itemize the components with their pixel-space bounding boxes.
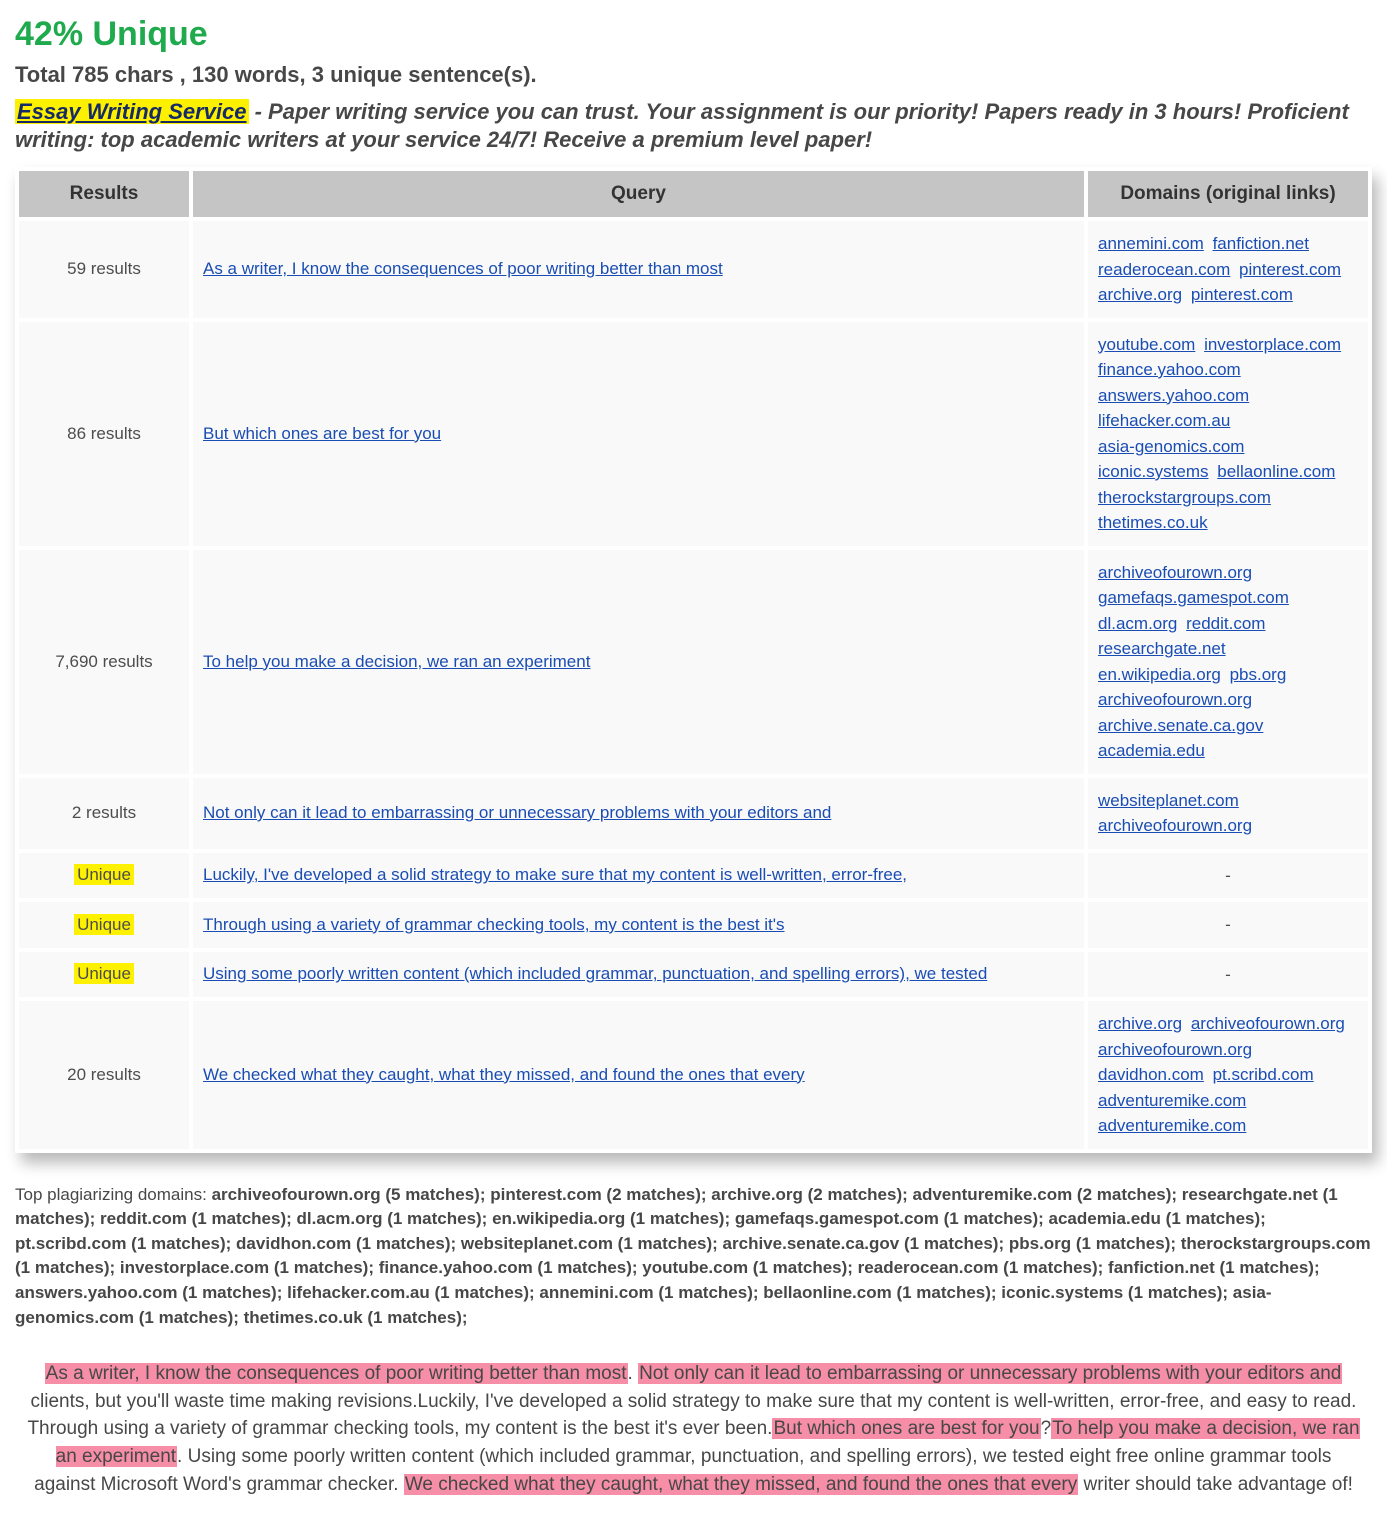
domain-link[interactable]: answers.yahoo.com <box>1098 386 1249 405</box>
domain-link[interactable]: pbs.org <box>1230 665 1287 684</box>
query-link[interactable]: Not only can it lead to embarrassing or … <box>203 803 831 822</box>
domain-link[interactable]: readerocean.com <box>1098 260 1230 279</box>
table-row: 86 results But which ones are best for yo… <box>19 322 1368 546</box>
domain-link[interactable]: websiteplanet.com <box>1098 791 1239 810</box>
query-link[interactable]: We checked what they caught, what they m… <box>203 1065 805 1084</box>
query-link[interactable]: Through using a variety of grammar check… <box>203 915 785 934</box>
domains-cell: websiteplanet.com archiveofourown.org <box>1088 778 1368 849</box>
domain-link[interactable]: adventuremike.com <box>1098 1116 1246 1135</box>
query-cell: Luckily, I've developed a solid strategy… <box>193 853 1084 899</box>
domain-link[interactable]: gamefaqs.gamespot.com <box>1098 588 1289 607</box>
table-row: Unique Through using a variety of grammar… <box>19 902 1368 948</box>
domain-link[interactable]: adventuremike.com <box>1098 1091 1246 1110</box>
table-row: 20 results We checked what they caught, w… <box>19 1001 1368 1149</box>
domain-link[interactable]: archive.org <box>1098 1014 1182 1033</box>
domain-link[interactable]: dl.acm.org <box>1098 614 1177 633</box>
domain-link[interactable]: archiveofourown.org <box>1098 816 1252 835</box>
table-row: Unique Using some poorly written content … <box>19 952 1368 998</box>
domain-link[interactable]: investorplace.com <box>1204 335 1341 354</box>
sponsor-line: Essay Writing Service - Paper writing se… <box>15 98 1372 153</box>
domain-link[interactable]: archiveofourown.org <box>1098 690 1252 709</box>
domain-link[interactable]: asia-genomics.com <box>1098 437 1244 456</box>
results-cell: 20 results <box>19 1001 189 1149</box>
domain-link[interactable]: archiveofourown.org <box>1098 563 1252 582</box>
query-link[interactable]: To help you make a decision, we ran an e… <box>203 652 590 671</box>
domain-link[interactable]: lifehacker.com.au <box>1098 411 1230 430</box>
domain-link[interactable]: en.wikipedia.org <box>1098 665 1221 684</box>
results-cell: Unique <box>19 952 189 998</box>
domain-link[interactable]: pinterest.com <box>1239 260 1341 279</box>
results-cell: 7,690 results <box>19 550 189 774</box>
unique-tag: Unique <box>74 914 134 935</box>
domains-cell: archiveofourown.org gamefaqs.gamespot.co… <box>1088 550 1368 774</box>
col-header-results: Results <box>19 171 189 217</box>
domains-cell: annemini.com fanfiction.net readerocean.… <box>1088 221 1368 318</box>
results-cell: Unique <box>19 853 189 899</box>
col-header-query: Query <box>193 171 1084 217</box>
domain-link[interactable]: annemini.com <box>1098 234 1204 253</box>
query-cell: To help you make a decision, we ran an e… <box>193 550 1084 774</box>
query-cell: Not only can it lead to embarrassing or … <box>193 778 1084 849</box>
domain-link[interactable]: archive.senate.ca.gov <box>1098 716 1263 735</box>
domain-link[interactable]: academia.edu <box>1098 741 1205 760</box>
domain-link[interactable]: archiveofourown.org <box>1191 1014 1345 1033</box>
domains-cell: - <box>1088 902 1368 948</box>
domains-cell: - <box>1088 952 1368 998</box>
domain-link[interactable]: reddit.com <box>1186 614 1265 633</box>
results-table: Results Query Domains (original links) 5… <box>15 167 1372 1153</box>
col-header-domains: Domains (original links) <box>1088 171 1368 217</box>
uniqueness-percentage: 42% Unique <box>15 15 1372 54</box>
query-link[interactable]: As a writer, I know the consequences of … <box>203 259 723 278</box>
domain-link[interactable]: pt.scribd.com <box>1213 1065 1314 1084</box>
table-row: 7,690 results To help you make a decision… <box>19 550 1368 774</box>
query-cell: As a writer, I know the consequences of … <box>193 221 1084 318</box>
top-plagiarizing-domains: Top plagiarizing domains: archiveofourow… <box>15 1183 1372 1331</box>
table-row: Unique Luckily, I've developed a solid st… <box>19 853 1368 899</box>
domain-link[interactable]: fanfiction.net <box>1213 234 1309 253</box>
domains-cell: - <box>1088 853 1368 899</box>
stats-summary: Total 785 chars , 130 words, 3 unique se… <box>15 62 1372 88</box>
query-link[interactable]: But which ones are best for you <box>203 424 441 443</box>
domains-cell: archive.org archiveofourown.org archiveo… <box>1088 1001 1368 1149</box>
domain-link[interactable]: iconic.systems <box>1098 462 1209 481</box>
top-domains-list: archiveofourown.org (5 matches); pintere… <box>15 1185 1371 1327</box>
domain-link[interactable]: archive.org <box>1098 285 1182 304</box>
domains-cell: youtube.com investorplace.com finance.ya… <box>1088 322 1368 546</box>
unique-tag: Unique <box>74 963 134 984</box>
table-row: 59 results As a writer, I know the conseq… <box>19 221 1368 318</box>
results-cell: Unique <box>19 902 189 948</box>
passage-highlight: We checked what they caught, what they m… <box>404 1474 1078 1495</box>
top-domains-label: Top plagiarizing domains: <box>15 1185 212 1204</box>
passage-highlight: Not only can it lead to embarrassing or … <box>638 1363 1342 1384</box>
passage-highlight: But which ones are best for you <box>772 1418 1040 1439</box>
domain-link[interactable]: youtube.com <box>1098 335 1195 354</box>
domain-link[interactable]: pinterest.com <box>1191 285 1293 304</box>
query-link[interactable]: Luckily, I've developed a solid strategy… <box>203 865 907 884</box>
query-cell: Using some poorly written content (which… <box>193 952 1084 998</box>
domain-link[interactable]: davidhon.com <box>1098 1065 1204 1084</box>
domain-link[interactable]: bellaonline.com <box>1217 462 1335 481</box>
query-cell: We checked what they caught, what they m… <box>193 1001 1084 1149</box>
domain-link[interactable]: thetimes.co.uk <box>1098 513 1208 532</box>
table-row: 2 results Not only can it lead to embarra… <box>19 778 1368 849</box>
results-cell: 59 results <box>19 221 189 318</box>
results-cell: 86 results <box>19 322 189 546</box>
domain-link[interactable]: researchgate.net <box>1098 639 1226 658</box>
passage-highlight: As a writer, I know the consequences of … <box>45 1363 628 1384</box>
domain-link[interactable]: finance.yahoo.com <box>1098 360 1241 379</box>
domain-link[interactable]: archiveofourown.org <box>1098 1040 1252 1059</box>
domain-link[interactable]: therockstargroups.com <box>1098 488 1271 507</box>
unique-tag: Unique <box>74 864 134 885</box>
passage-text: ? <box>1041 1418 1052 1439</box>
sponsor-link[interactable]: Essay Writing Service <box>15 99 249 124</box>
results-cell: 2 results <box>19 778 189 849</box>
passage-text: writer should take advantage of! <box>1078 1474 1353 1495</box>
query-link[interactable]: Using some poorly written content (which… <box>203 964 987 983</box>
query-cell: Through using a variety of grammar check… <box>193 902 1084 948</box>
analyzed-passage: As a writer, I know the consequences of … <box>15 1360 1372 1498</box>
passage-text: . <box>628 1363 639 1384</box>
query-cell: But which ones are best for you <box>193 322 1084 546</box>
